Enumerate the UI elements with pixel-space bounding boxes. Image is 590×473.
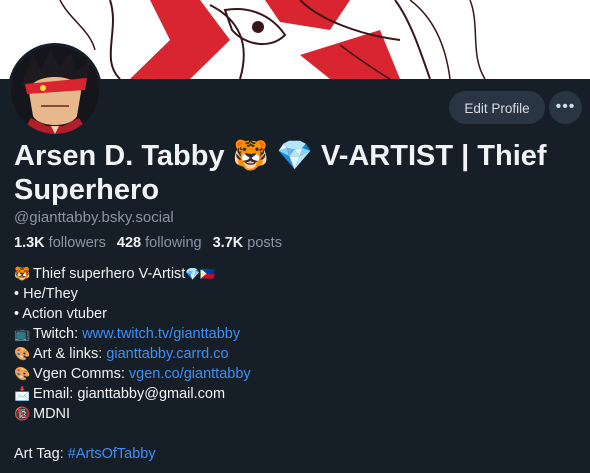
bio-line-art-tag: Art Tag: #ArtsOfTabby — [14, 446, 156, 462]
more-options-button[interactable]: ••• — [549, 91, 582, 124]
carrd-link[interactable]: gianttabby.carrd.co — [106, 346, 228, 362]
profile-stats: 1.3K followers 428 following 3.7K posts — [14, 235, 289, 251]
no-under-18-icon: 🔞 — [14, 407, 31, 422]
bio-line-intro: 🐯 Thief superhero V-Artist💎🇵🇭 — [14, 264, 574, 284]
bio-line-email: 📩 Email: gianttabby@gmail.com — [14, 384, 574, 404]
tiger-icon: 🐯 — [14, 267, 31, 282]
palette-icon: 🎨 — [14, 347, 31, 362]
bio-line-vtuber: • Action vtuber — [14, 306, 107, 322]
twitch-link[interactable]: www.twitch.tv/gianttabby — [82, 326, 240, 342]
vgen-link[interactable]: vgen.co/gianttabby — [129, 366, 251, 382]
avatar[interactable] — [8, 43, 102, 137]
bio-line-twitch: 📺 Twitch: www.twitch.tv/gianttabby — [14, 324, 574, 344]
more-icon: ••• — [555, 98, 576, 115]
art-tag-link[interactable]: #ArtsOfTabby — [68, 446, 156, 462]
profile-handle: @gianttabby.bsky.social — [14, 209, 174, 226]
posts-stat: 3.7K posts — [212, 235, 282, 251]
display-name: Arsen D. Tabby 🐯 💎 V-ARTIST | Thief Supe… — [14, 138, 547, 206]
bio-line-pronouns: • He/They — [14, 286, 78, 302]
tv-icon: 📺 — [14, 327, 31, 342]
gem-flag-icon: 💎🇵🇭 — [185, 267, 216, 281]
bio-line-vgen: 🎨 Vgen Comms: vgen.co/gianttabby — [14, 364, 574, 384]
tiger-icon: 🐯 — [232, 138, 269, 172]
envelope-icon: 📩 — [14, 387, 31, 402]
bio-blank-line — [14, 424, 574, 444]
edit-profile-button[interactable]: Edit Profile — [449, 91, 545, 124]
palette-icon: 🎨 — [14, 367, 31, 382]
following-stat[interactable]: 428 following — [117, 235, 202, 251]
avatar-illustration — [11, 46, 99, 134]
bio-line-mdni: 🔞 MDNI — [14, 404, 574, 424]
bio-line-art: 🎨 Art & links: gianttabby.carrd.co — [14, 344, 574, 364]
followers-stat[interactable]: 1.3K followers — [14, 235, 106, 251]
gem-icon: 💎 — [276, 138, 313, 172]
profile-bio: 🐯 Thief superhero V-Artist💎🇵🇭 • He/They •… — [14, 264, 574, 464]
email-value: gianttabby@gmail.com — [77, 386, 226, 402]
